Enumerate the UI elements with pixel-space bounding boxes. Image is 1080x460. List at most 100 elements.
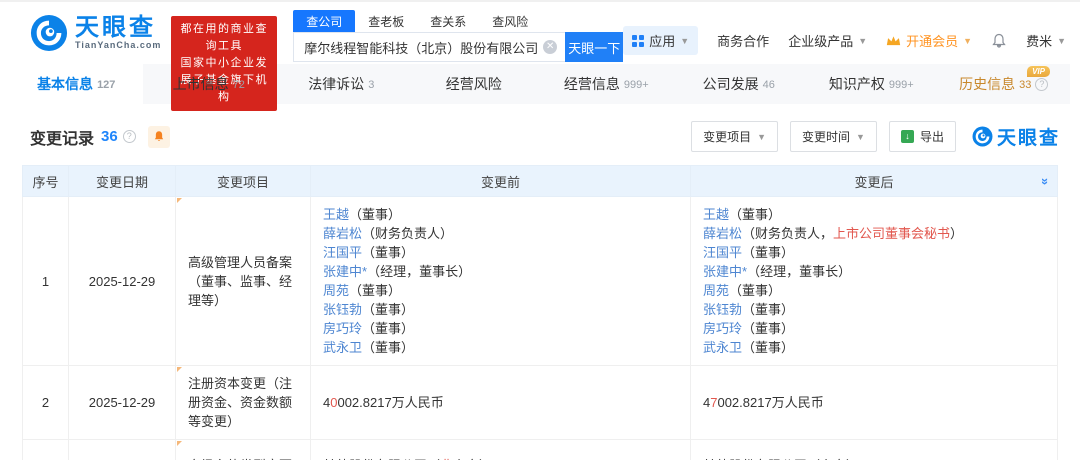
cell-line: 王越（董事） xyxy=(323,205,678,224)
crown-icon xyxy=(886,35,901,47)
person-link[interactable]: 周苑 xyxy=(703,283,729,298)
cell-text: （董事） xyxy=(729,207,781,222)
person-link[interactable]: 薛岩松 xyxy=(703,226,742,241)
column-header-3: 变更项目 xyxy=(176,166,311,197)
export-button[interactable]: ↓ 导出 xyxy=(889,121,956,152)
cell-text: （董事） xyxy=(349,207,401,222)
filter-change-time-button[interactable]: 变更时间 ▼ xyxy=(790,121,877,152)
person-link[interactable]: 汪国平 xyxy=(323,245,362,260)
nav-tab-7[interactable]: 知识产权999+ xyxy=(805,64,938,104)
nav-tab-2[interactable]: 上市信息72 xyxy=(143,64,276,104)
person-link[interactable]: 王越 xyxy=(323,207,349,222)
change-record-header: 变更记录 36 ? 变更项目 ▼ 变更时间 ▼ ↓ 导出 天眼查 xyxy=(30,121,1060,152)
logo-subtitle: TianYanCha.com xyxy=(75,40,161,50)
bell-icon xyxy=(153,130,165,143)
nav-tab-label: 经营风险 xyxy=(446,74,502,94)
search-tab-1[interactable]: 查公司 xyxy=(293,10,355,33)
row-number: 2 xyxy=(23,366,69,440)
section-count: 36 xyxy=(101,128,118,145)
cell-text: 002.8217万人民币 xyxy=(337,395,443,410)
nav-tab-3[interactable]: 法律诉讼 3 xyxy=(275,64,408,104)
column-header-5: 变更后» xyxy=(691,166,1058,197)
search-tab-4[interactable]: 查风险 xyxy=(479,10,541,33)
change-before: 40002.8217万人民币 xyxy=(311,366,691,440)
change-item: 注册资本变更（注册资金、资金数额等变更） xyxy=(176,366,311,440)
cell-line: 武永卫（董事） xyxy=(703,338,1045,357)
cell-line: 40002.8217万人民币 xyxy=(323,393,678,412)
nav-tab-count: 127 xyxy=(97,79,115,91)
enterprise-products-menu[interactable]: 企业级产品 ▼ xyxy=(788,31,867,50)
search-input[interactable] xyxy=(293,32,565,62)
table-row: 22025-12-29注册资本变更（注册资金、资金数额等变更） 40002.821… xyxy=(23,366,1058,440)
nav-tab-label: 法律诉讼 xyxy=(308,74,364,94)
cell-text: （董事） xyxy=(362,321,414,336)
cell-line: 张钰勃（董事） xyxy=(703,300,1045,319)
watermark-logo: 天眼查 xyxy=(972,123,1060,150)
cell-line: 其他股份有限公司（上市） xyxy=(703,456,1045,460)
cell-text: （董事） xyxy=(362,302,414,317)
person-link[interactable]: 张建中* xyxy=(323,264,367,279)
apps-grid-icon xyxy=(632,35,644,47)
nav-tab-count: 72 xyxy=(233,79,245,91)
person-link[interactable]: 王越 xyxy=(703,207,729,222)
diff-highlight: 上市公司董事会秘书 xyxy=(833,226,950,241)
tianyancha-logo-icon xyxy=(30,14,68,52)
cell-line: 张钰勃（董事） xyxy=(323,300,678,319)
open-vip-menu[interactable]: 开通会员 ▼ xyxy=(886,31,972,50)
nav-tab-label: 知识产权 xyxy=(829,74,885,94)
table-header-row: 序号变更日期变更项目变更前变更后» xyxy=(23,166,1058,197)
person-link[interactable]: 张钰勃 xyxy=(323,302,362,317)
search-tab-3[interactable]: 查关系 xyxy=(417,10,479,33)
collapse-chevron-icon[interactable]: » xyxy=(1038,178,1053,185)
excel-export-icon: ↓ xyxy=(901,130,914,143)
nav-tab-label: 经营信息 xyxy=(564,74,620,94)
cell-line: 周苑（董事） xyxy=(323,281,678,300)
top-header: 天眼查 TianYanCha.com 都在用的商业查询工具 国家中小企业发展子基… xyxy=(0,2,1080,64)
help-icon[interactable]: ? xyxy=(123,130,136,143)
change-date: 2025-12-29 xyxy=(69,366,176,440)
user-account-menu[interactable]: 费米 ▼ xyxy=(1026,31,1066,50)
change-before: 王越（董事）薛岩松（财务负责人）汪国平（董事）张建中*（经理，董事长）周苑（董事… xyxy=(311,197,691,366)
notifications-bell[interactable] xyxy=(991,33,1007,49)
nav-tab-label: 基本信息 xyxy=(37,74,93,94)
nav-tab-8[interactable]: 历史信息33VIP? xyxy=(938,64,1071,104)
person-link[interactable]: 房巧玲 xyxy=(323,321,362,336)
person-link[interactable]: 武永卫 xyxy=(703,340,742,355)
search-tabs: 查公司查老板查关系查风险 xyxy=(293,10,623,32)
cell-text: 002.8217万人民币 xyxy=(717,395,823,410)
cell-line: 汪国平（董事） xyxy=(323,243,678,262)
person-link[interactable]: 张钰勃 xyxy=(703,302,742,317)
table-row: 12025-12-29高级管理人员备案（董事、监事、经理等）王越（董事）薛岩松（… xyxy=(23,197,1058,366)
person-link[interactable]: 张建中* xyxy=(703,264,747,279)
person-link[interactable]: 武永卫 xyxy=(323,340,362,355)
nav-tab-count: 999+ xyxy=(624,79,649,91)
help-icon[interactable]: ? xyxy=(1035,78,1048,91)
column-header-1: 序号 xyxy=(23,166,69,197)
company-section-nav: 基本信息127上市信息72法律诉讼3经营风险经营信息999+公司发展46知识产权… xyxy=(10,64,1070,104)
tianyancha-logo[interactable]: 天眼查 TianYanCha.com xyxy=(30,14,161,52)
person-link[interactable]: 薛岩松 xyxy=(323,226,362,241)
cell-line: 张建中*（经理，董事长） xyxy=(703,262,1045,281)
chevron-down-icon: ▼ xyxy=(858,36,867,46)
row-number: 1 xyxy=(23,197,69,366)
search-button[interactable]: 天眼一下 xyxy=(565,32,623,62)
nav-tab-5[interactable]: 经营信息 999+ xyxy=(540,64,673,104)
business-coop-link[interactable]: 商务合作 xyxy=(717,31,769,50)
subscribe-bell-button[interactable] xyxy=(148,126,170,148)
nav-tab-count: 3 xyxy=(368,79,374,91)
nav-tab-6[interactable]: 公司发展46 xyxy=(673,64,806,104)
nav-tab-4[interactable]: 经营风险 xyxy=(408,64,541,104)
cell-text: （财务负责人， xyxy=(742,226,833,241)
person-link[interactable]: 房巧玲 xyxy=(703,321,742,336)
cell-line: 薛岩松（财务负责人，上市公司董事会秘书） xyxy=(703,224,1045,243)
tianyancha-logo-icon xyxy=(972,126,993,147)
filter-change-item-button[interactable]: 变更项目 ▼ xyxy=(691,121,778,152)
nav-tab-1[interactable]: 基本信息 127 xyxy=(10,64,143,104)
apps-menu[interactable]: 应用 ▼ xyxy=(623,26,698,55)
search-area: 查公司查老板查关系查风险 ✕ 天眼一下 xyxy=(293,10,623,62)
person-link[interactable]: 汪国平 xyxy=(703,245,742,260)
person-link[interactable]: 周苑 xyxy=(323,283,349,298)
search-tab-2[interactable]: 查老板 xyxy=(355,10,417,33)
cell-line: 张建中*（经理，董事长） xyxy=(323,262,678,281)
nav-tab-count: 33 xyxy=(1019,79,1031,91)
